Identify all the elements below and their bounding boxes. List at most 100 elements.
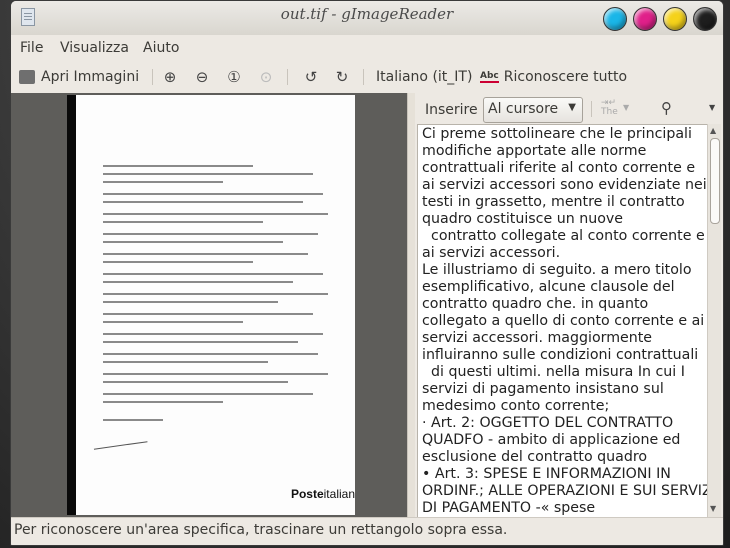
ocr-text-line: di questi ultimi. nella misura In cui I: [422, 364, 685, 380]
scan-text-line: [103, 313, 313, 315]
find-replace-icon[interactable]: ⚲: [661, 99, 672, 117]
ocr-text-line: collegato a quello di conto corrente e a…: [422, 313, 705, 329]
ocr-text-line: DI PAGAMENTO -« spese: [422, 500, 596, 516]
scan-text-line: [103, 181, 223, 183]
scan-text-line: [103, 361, 268, 363]
toolbar-separator: [591, 101, 592, 117]
ocr-text-line: servizi di pagamento insistano sul: [422, 381, 664, 397]
insert-label: Inserire: [425, 102, 478, 118]
ocr-text-line: ORDINF.; ALLE OPERAZIONI E SUI SERVIZI: [422, 483, 709, 499]
ocr-text: Ci preme sottolineare che le principali m…: [422, 126, 709, 517]
ocr-text-line: influiranno sulle condizioni contrattual…: [422, 347, 699, 363]
status-message: Per riconoscere un'area specifica, trasc…: [14, 522, 508, 538]
ocr-text-line: • Art. 3: SPESE E INFORMAZIONI IN: [422, 466, 671, 482]
scan-text-line: [103, 401, 223, 403]
zoom-in-icon[interactable]: ⊕: [161, 68, 179, 86]
ocr-text-line: contratto quadro che. in quanto: [422, 296, 649, 312]
ocr-text-line: esclusione del contratto quadro: [422, 449, 648, 465]
menu-bar: File Visualizza Aiuto: [11, 35, 723, 61]
scan-text-line: [103, 373, 328, 375]
scan-text-line: [103, 381, 288, 383]
ocr-text-line: servizi accessori. maggiormente: [422, 330, 653, 346]
folder-icon: [19, 70, 35, 84]
output-panel: Inserire Al cursore ▼ ⇥↵ The ▼ ⚲ ▼ Ci pre…: [415, 93, 723, 519]
scan-text-line: [103, 341, 298, 343]
scan-text-line: [103, 233, 318, 235]
scan-text-line: [103, 253, 308, 255]
scroll-down-icon[interactable]: ▼: [710, 504, 716, 513]
toolbar-separator: [152, 69, 153, 85]
vertical-scrollbar[interactable]: ▲ ▼: [707, 124, 721, 517]
rotate-right-icon[interactable]: ↻: [333, 68, 351, 86]
ocr-text-area[interactable]: Ci preme sottolineare che le principali m…: [417, 124, 709, 519]
strip-line-breaks-icon[interactable]: ⇥↵ The: [601, 99, 618, 117]
rotate-left-icon[interactable]: ↺: [302, 68, 320, 86]
toolbar-separator: [287, 69, 288, 85]
scan-text-line: [103, 221, 263, 223]
scanned-page: Posteitalian: [67, 95, 355, 515]
scan-border: [67, 95, 76, 515]
menu-file[interactable]: File: [20, 40, 43, 56]
status-bar: Per riconoscere un'area specifica, trasc…: [11, 517, 723, 545]
ocr-text-line: ai servizi accessori.: [422, 245, 561, 261]
ocr-text-line: esemplificativo, alcune clausole del: [422, 279, 675, 295]
dropdown-arrow-icon[interactable]: ▼: [623, 103, 629, 112]
scan-text-line: [103, 293, 328, 295]
scan-text-line: [103, 213, 328, 215]
ocr-text-line: contratto collegate al conto corrente e: [422, 228, 705, 244]
zoom-out-icon[interactable]: ⊖: [193, 68, 211, 86]
scan-text-line: [103, 173, 313, 175]
scan-text-line: [103, 201, 303, 203]
ocr-text-line: quadro costituisce un nuove: [422, 211, 623, 227]
spellcheck-icon: Abc: [480, 71, 499, 83]
scan-text-line: [103, 273, 323, 275]
ocr-text-line: modifiche apportate alle norme: [422, 143, 647, 159]
ocr-text-line: medesimo conto corrente;: [422, 398, 610, 414]
insert-mode-select[interactable]: Al cursore ▼: [483, 97, 583, 123]
ocr-text-line: · Art. 2: OGGETTO DEL CONTRATTO: [422, 415, 674, 431]
scan-text-line: [103, 393, 313, 395]
menu-visualizza[interactable]: Visualizza: [60, 40, 129, 56]
scan-text-line: [103, 281, 293, 283]
scan-text-line: [103, 353, 318, 355]
ocr-text-line: Ci preme sottolineare che le principali: [422, 126, 692, 142]
scan-text-line: [103, 241, 283, 243]
zoom-original-icon[interactable]: ①: [225, 68, 243, 86]
scrollbar-thumb[interactable]: [710, 138, 720, 224]
recognize-all-label: Riconoscere tutto: [503, 69, 628, 85]
close-window-button[interactable]: [693, 7, 717, 31]
scan-text-line: [103, 333, 323, 335]
app-window: out.tif - gImageReader File Visualizza A…: [10, 0, 724, 546]
scan-text-line: [103, 193, 323, 195]
poste-logo: Posteitalian: [290, 487, 355, 501]
ocr-text-line: testi in grassetto, mentre il contratto: [422, 194, 685, 210]
scan-text-line: [103, 261, 253, 263]
ocr-text-line: ai servizi accessori sono evidenziate ne…: [422, 177, 707, 193]
signature: [92, 431, 148, 450]
scan-text-line: [103, 301, 278, 303]
dropdown-arrow-icon: ▼: [568, 102, 576, 113]
main-toolbar: Apri Immagini ⊕ ⊖ ① ⊙ ↺ ↻ Italiano (it_I…: [11, 61, 723, 94]
open-images-label: Apri Immagini: [41, 69, 140, 85]
more-options-icon[interactable]: ▼: [709, 103, 715, 112]
scan-text-line: [103, 321, 243, 323]
output-toolbar: Inserire Al cursore ▼ ⇥↵ The ▼ ⚲ ▼: [415, 93, 723, 125]
ocr-text-line: Le illustriamo di seguito. a mero titolo: [422, 262, 692, 278]
menu-aiuto[interactable]: Aiuto: [143, 40, 179, 56]
zoom-fit-icon[interactable]: ⊙: [257, 68, 275, 86]
cyan-window-button[interactable]: [603, 7, 627, 31]
yellow-window-button[interactable]: [663, 7, 687, 31]
scroll-up-icon[interactable]: ▲: [710, 126, 716, 135]
title-bar[interactable]: out.tif - gImageReader: [11, 1, 723, 36]
magenta-window-button[interactable]: [633, 7, 657, 31]
scan-text-line: [103, 419, 163, 421]
recognize-all-button[interactable]: Abc Riconoscere tutto: [480, 67, 627, 87]
scan-text-line: [103, 165, 253, 167]
image-canvas[interactable]: Posteitalian: [11, 93, 407, 517]
ocr-text-line: QUADFO - ambito di applicazione ed: [422, 432, 681, 448]
toolbar-separator: [363, 69, 364, 85]
language-selector[interactable]: Italiano (it_IT): [376, 67, 472, 87]
open-images-button[interactable]: Apri Immagini: [19, 67, 139, 87]
ocr-text-line: contrattuali riferite al conto corrente …: [422, 160, 696, 176]
insert-mode-value: Al cursore: [488, 101, 559, 117]
